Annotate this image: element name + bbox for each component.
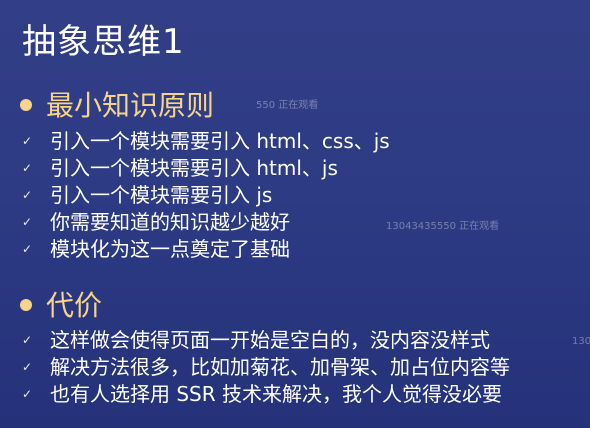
dot-icon	[20, 299, 32, 311]
viewer-watermark: 13043435550 正在观看	[386, 221, 500, 232]
check-icon: ✓	[22, 215, 33, 229]
check-icon: ✓	[22, 161, 33, 175]
viewer-watermark: 130	[572, 336, 590, 347]
check-icon: ✓	[22, 387, 33, 401]
section-heading-label: 代价	[46, 289, 103, 322]
check-icon: ✓	[22, 333, 33, 347]
list-item-text: 引入一个模块需要引入 html、js	[50, 156, 338, 180]
check-icon: ✓	[22, 134, 33, 148]
slide: 抽象思维1 最小知识原则 ✓ 引入一个模块需要引入 html、css、js ✓ …	[0, 0, 590, 428]
dot-icon	[20, 99, 32, 111]
list-item-text: 引入一个模块需要引入 html、css、js	[50, 129, 390, 153]
check-icon: ✓	[22, 242, 33, 256]
list-item-text: 模块化为这一点奠定了基础	[50, 237, 290, 261]
list-item-text: 这样做会使得页面一开始是空白的，没内容没样式	[50, 328, 490, 352]
slide-title: 抽象思维1	[22, 22, 185, 62]
viewer-watermark: 550 正在观看	[256, 100, 319, 111]
list-item-text: 你需要知道的知识越少越好	[50, 210, 290, 234]
list-item-text: 引入一个模块需要引入 js	[50, 183, 273, 207]
section-heading-label: 最小知识原则	[46, 89, 215, 122]
check-icon: ✓	[22, 360, 33, 374]
list-item-text: 解决方法很多，比如加菊花、加骨架、加占位内容等	[50, 355, 510, 379]
check-icon: ✓	[22, 188, 33, 202]
section-heading-cost: 代价	[20, 284, 102, 324]
section-heading-least-knowledge: 最小知识原则	[20, 84, 214, 124]
list-item-text: 也有人选择用 SSR 技术来解决，我个人觉得没必要	[50, 382, 503, 406]
